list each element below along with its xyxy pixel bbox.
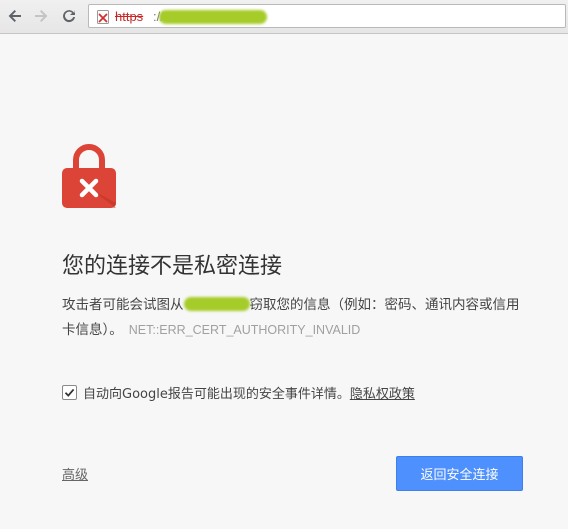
- error-explanation: 攻击者可能会试图从 窃取您的信息（例如：密码、通讯内容或信用卡信息）。 NET::E…: [62, 293, 532, 343]
- url-scheme: https: [115, 9, 144, 24]
- back-button[interactable]: [4, 5, 26, 27]
- url-host-redaction: [159, 10, 267, 24]
- forward-button[interactable]: [30, 5, 52, 27]
- lock-error-icon: [62, 144, 116, 208]
- reload-button[interactable]: [58, 5, 80, 27]
- advanced-link[interactable]: 高级: [62, 464, 88, 483]
- checkmark-icon: [64, 388, 75, 397]
- page-title: 您的连接不是私密连接: [62, 254, 283, 279]
- report-label: 自动向Google报告可能出现的安全事件详情。: [83, 386, 350, 402]
- arrow-left-icon: [8, 10, 21, 22]
- reload-icon: [63, 10, 75, 23]
- explanation-text-1: 攻击者可能会试图从: [62, 297, 184, 313]
- error-code: NET::ERR_CERT_AUTHORITY_INVALID: [128, 323, 361, 337]
- back-to-safety-button[interactable]: 返回安全连接: [396, 456, 523, 491]
- hostname-redaction: [183, 297, 250, 311]
- browser-toolbar: https ://: [0, 0, 568, 34]
- privacy-policy-link[interactable]: 隐私权政策: [350, 383, 415, 402]
- report-option: 自动向Google报告可能出现的安全事件详情。 隐私权政策: [62, 382, 415, 402]
- address-bar[interactable]: https ://: [88, 4, 566, 28]
- broken-certificate-icon[interactable]: [97, 10, 109, 24]
- arrow-right-icon: [35, 10, 48, 22]
- report-checkbox[interactable]: [62, 384, 77, 400]
